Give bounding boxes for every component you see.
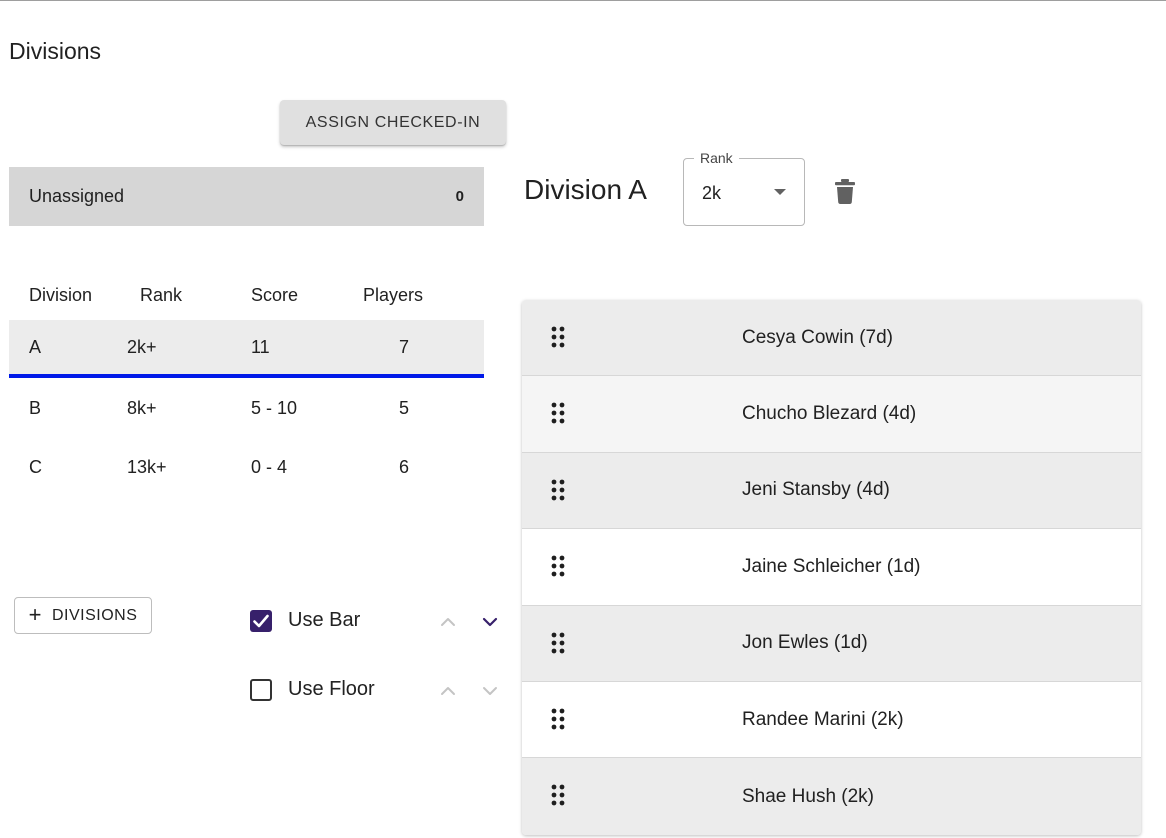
drag-handle-icon[interactable]	[551, 326, 565, 348]
drag-handle-icon[interactable]	[551, 632, 565, 654]
division-row-a[interactable]: A 2k+ 11 7	[9, 320, 484, 378]
drag-handle-icon[interactable]	[551, 479, 565, 501]
player-name: Cesya Cowin (7d)	[742, 326, 893, 348]
use-floor-option: Use Floor	[250, 678, 375, 701]
assign-checked-in-button[interactable]: ASSIGN CHECKED-IN	[280, 100, 506, 145]
score-cell: 0 - 4	[251, 456, 288, 477]
drag-handle-icon[interactable]	[551, 555, 565, 577]
use-bar-label: Use Bar	[288, 609, 361, 631]
rank-cell: 13k+	[127, 456, 167, 477]
plus-icon: +	[28, 601, 42, 627]
division-row-c[interactable]: C 13k+ 0 - 4 6	[9, 441, 484, 493]
players-cell: 6	[399, 456, 410, 477]
rank-select-value: 2k	[702, 183, 722, 203]
add-divisions-button[interactable]: + DIVISIONS	[14, 597, 152, 634]
drag-handle-icon[interactable]	[551, 784, 565, 806]
header-score: Score	[251, 284, 299, 305]
score-cell: 5 - 10	[251, 397, 298, 418]
player-row[interactable]: Chucho Blezard (4d)	[522, 376, 1141, 453]
rank-select-legend: Rank	[694, 150, 739, 166]
chevron-down-icon[interactable]	[481, 616, 499, 628]
player-row[interactable]: Jon Ewles (1d)	[522, 605, 1141, 682]
chevron-down-icon[interactable]	[481, 685, 499, 697]
player-row[interactable]: Cesya Cowin (7d)	[522, 300, 1141, 377]
player-list: Cesya Cowin (7d) Chucho Blezard (4d) Jen…	[522, 300, 1141, 835]
check-icon	[253, 614, 269, 627]
unassigned-count: 0	[455, 188, 464, 205]
rank-cell: 8k+	[127, 397, 157, 418]
chevron-up-icon[interactable]	[439, 685, 457, 697]
use-bar-checkbox[interactable]	[250, 609, 272, 632]
player-name: Shae Hush (2k)	[742, 785, 875, 807]
divisions-table-header: Division Rank Score Players	[9, 270, 484, 320]
player-name: Chucho Blezard (4d)	[742, 403, 917, 425]
header-players: Players	[363, 284, 424, 305]
player-row[interactable]: Randee Marini (2k)	[522, 681, 1141, 759]
use-bar-option: Use Bar	[250, 609, 360, 632]
player-name: Randee Marini (2k)	[742, 708, 904, 730]
chevron-up-icon[interactable]	[439, 616, 457, 628]
unassigned-bar[interactable]: Unassigned 0	[9, 167, 484, 226]
header-rank: Rank	[140, 284, 183, 305]
division-row-b[interactable]: B 8k+ 5 - 10 5	[9, 382, 484, 434]
top-divider	[0, 0, 1166, 1]
drag-handle-icon[interactable]	[551, 402, 565, 424]
player-name: Jeni Stansby (4d)	[742, 479, 890, 501]
player-row[interactable]: Jaine Schleicher (1d)	[522, 529, 1141, 606]
division-cell: A	[29, 336, 42, 357]
player-name: Jon Ewles (1d)	[742, 632, 868, 654]
use-floor-checkbox[interactable]	[250, 678, 272, 701]
header-division: Division	[29, 284, 93, 305]
caret-down-icon	[774, 189, 786, 195]
division-title: Division A	[524, 174, 647, 205]
rank-cell: 2k+	[127, 336, 157, 357]
division-cell: C	[29, 456, 42, 477]
rank-select[interactable]: Rank 2k	[683, 150, 805, 226]
players-cell: 7	[399, 336, 410, 357]
player-name: Jaine Schleicher (1d)	[742, 555, 921, 577]
player-row[interactable]: Shae Hush (2k)	[522, 758, 1141, 835]
page-title: Divisions	[9, 38, 102, 64]
divisions-table: Division Rank Score Players A 2k+ 11 7 B…	[9, 270, 484, 493]
drag-handle-icon[interactable]	[551, 708, 565, 730]
unassigned-label: Unassigned	[29, 186, 125, 206]
add-divisions-label: DIVISIONS	[51, 606, 138, 624]
player-row[interactable]: Jeni Stansby (4d)	[522, 452, 1141, 530]
score-cell: 11	[251, 336, 270, 357]
players-cell: 5	[399, 397, 410, 418]
use-floor-label: Use Floor	[288, 678, 375, 700]
division-cell: B	[29, 397, 42, 418]
trash-icon[interactable]	[835, 179, 855, 204]
